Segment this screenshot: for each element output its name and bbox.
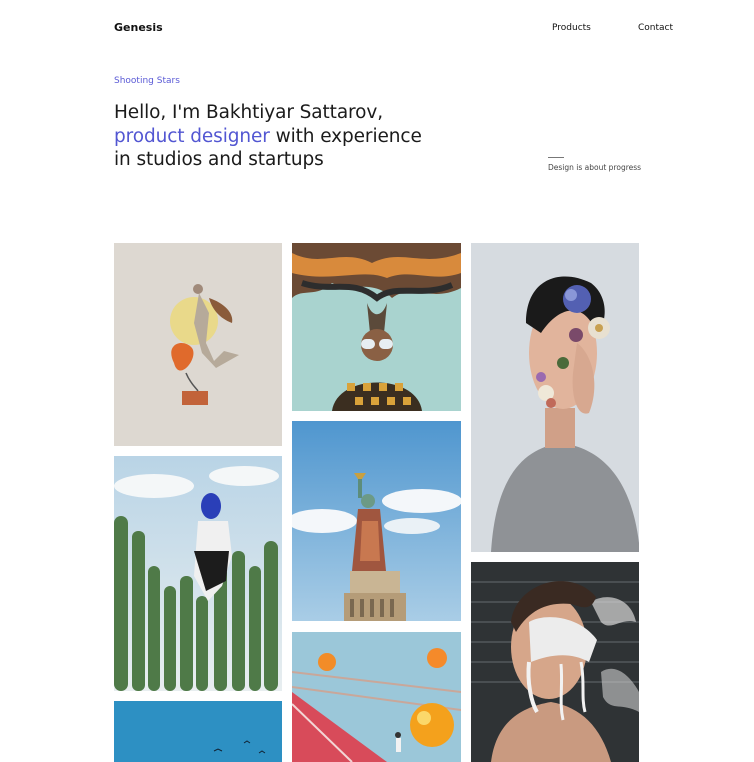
statue-of-liberty-image bbox=[292, 421, 461, 621]
tagline-divider bbox=[548, 157, 564, 158]
headline-line-2-rest: with experience bbox=[269, 125, 422, 147]
cactus-balloon-image bbox=[114, 456, 282, 691]
headline-line-1: Hello, I'm Bakhtiyar Sattarov, bbox=[114, 102, 383, 123]
gallery-item-sky-birds[interactable] bbox=[114, 701, 282, 762]
smoke-glasses-portrait-image bbox=[292, 243, 461, 411]
gallery-item-smoke-glasses-portrait[interactable] bbox=[292, 243, 461, 411]
headline-accent: product designer bbox=[114, 125, 270, 147]
eyebrow-label: Shooting Stars bbox=[114, 76, 180, 86]
graffiti-portrait-image bbox=[471, 562, 639, 762]
sky-birds-image bbox=[114, 701, 282, 762]
nav-products-link[interactable]: Products bbox=[552, 23, 591, 33]
gallery-item-dancer-collage[interactable] bbox=[114, 243, 282, 446]
dancer-collage-image bbox=[114, 243, 282, 446]
orange-spheres-runway-image bbox=[292, 632, 461, 762]
gallery-item-graffiti-portrait[interactable] bbox=[471, 562, 639, 762]
gallery-item-orange-spheres-runway[interactable] bbox=[292, 632, 461, 762]
tagline: Design is about progress bbox=[548, 163, 642, 172]
headline-line-3: in studios and startups bbox=[114, 149, 324, 170]
flower-face-portrait-image bbox=[471, 243, 639, 552]
gallery-item-flower-face-portrait[interactable] bbox=[471, 243, 639, 552]
nav-contact-link[interactable]: Contact bbox=[638, 23, 673, 33]
gallery-item-cactus-balloon[interactable] bbox=[114, 456, 282, 691]
hero-headline: Hello, I'm Bakhtiyar Sattarov, product d… bbox=[114, 101, 474, 172]
gallery-item-statue-of-liberty[interactable] bbox=[292, 421, 461, 621]
logo[interactable]: Genesis bbox=[114, 21, 163, 34]
